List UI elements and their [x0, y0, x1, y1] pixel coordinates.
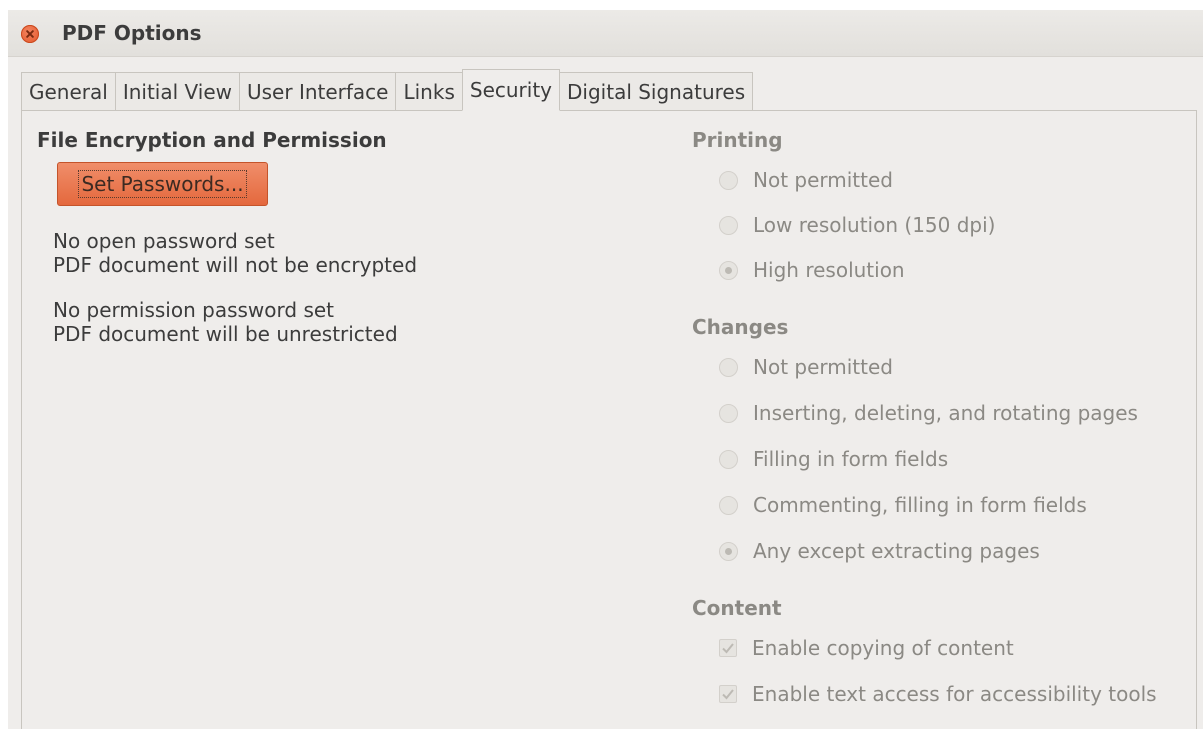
- open-password-status: No open password set PDF document will n…: [53, 229, 417, 277]
- changes-option[interactable]: Inserting, deleting, and rotating pages: [719, 401, 1138, 425]
- encryption-heading: File Encryption and Permission: [37, 128, 387, 152]
- tab-links[interactable]: Links: [395, 72, 463, 110]
- enable-copying-label: Enable copying of content: [752, 636, 1014, 660]
- changes-filling-label: Filling in form fields: [753, 447, 949, 471]
- tab-digital-signatures[interactable]: Digital Signatures: [559, 72, 754, 110]
- content-heading: Content: [692, 596, 782, 620]
- printing-not-permitted-label: Not permitted: [753, 168, 893, 192]
- radio-button[interactable]: [719, 170, 738, 190]
- tab-general[interactable]: General: [21, 72, 116, 110]
- radio-button[interactable]: [719, 495, 738, 515]
- tab-bar: General Initial View User Interface Link…: [21, 69, 754, 111]
- encryption-line: PDF document will not be encrypted: [53, 253, 418, 277]
- checkbox-checked[interactable]: [719, 639, 737, 657]
- pdf-options-dialog: PDF Options General Initial View User In…: [8, 10, 1203, 729]
- tab-user-interface[interactable]: User Interface: [239, 72, 397, 110]
- checkmark-icon: [722, 689, 734, 700]
- permission-password-status: No permission password set PDF document …: [53, 298, 398, 346]
- printing-heading: Printing: [692, 128, 783, 152]
- changes-any-except-label: Any except extracting pages: [753, 539, 1040, 563]
- changes-option[interactable]: Filling in form fields: [719, 447, 948, 471]
- content-option[interactable]: Enable text access for accessibility too…: [719, 682, 1157, 706]
- tab-security[interactable]: Security: [461, 69, 561, 111]
- printing-high-resolution-label: High resolution: [753, 258, 905, 282]
- restriction-line: PDF document will be unrestricted: [53, 322, 398, 346]
- title-bar: PDF Options: [8, 10, 1203, 57]
- tab-initial-view[interactable]: Initial View: [114, 72, 240, 110]
- radio-button-selected[interactable]: [719, 541, 738, 561]
- changes-commenting-label: Commenting, filling in form fields: [753, 493, 1087, 517]
- set-passwords-label: Set Passwords...: [78, 170, 247, 198]
- radio-button[interactable]: [719, 449, 738, 469]
- enable-text-access-label: Enable text access for accessibility too…: [752, 682, 1157, 706]
- changes-option[interactable]: Commenting, filling in form fields: [719, 493, 1087, 517]
- checkbox-checked[interactable]: [719, 685, 737, 703]
- printing-option[interactable]: Low resolution (150 dpi): [719, 213, 995, 237]
- changes-option[interactable]: Any except extracting pages: [719, 539, 1040, 563]
- radio-button[interactable]: [719, 215, 738, 235]
- radio-button[interactable]: [719, 357, 738, 377]
- checkmark-icon: [722, 643, 734, 654]
- radio-button-selected[interactable]: [719, 260, 738, 280]
- permission-password-line: No permission password set: [53, 298, 335, 322]
- close-icon[interactable]: [21, 25, 39, 43]
- printing-low-resolution-label: Low resolution (150 dpi): [753, 213, 996, 237]
- changes-inserting-label: Inserting, deleting, and rotating pages: [753, 401, 1138, 425]
- printing-option[interactable]: High resolution: [719, 258, 905, 282]
- printing-option[interactable]: Not permitted: [719, 168, 893, 192]
- changes-option[interactable]: Not permitted: [719, 355, 893, 379]
- window-title: PDF Options: [62, 21, 202, 45]
- changes-heading: Changes: [692, 315, 789, 339]
- radio-button[interactable]: [719, 403, 738, 423]
- open-password-line: No open password set: [53, 229, 275, 253]
- set-passwords-button[interactable]: Set Passwords...: [57, 162, 268, 206]
- content-option[interactable]: Enable copying of content: [719, 636, 1014, 660]
- changes-not-permitted-label: Not permitted: [753, 355, 893, 379]
